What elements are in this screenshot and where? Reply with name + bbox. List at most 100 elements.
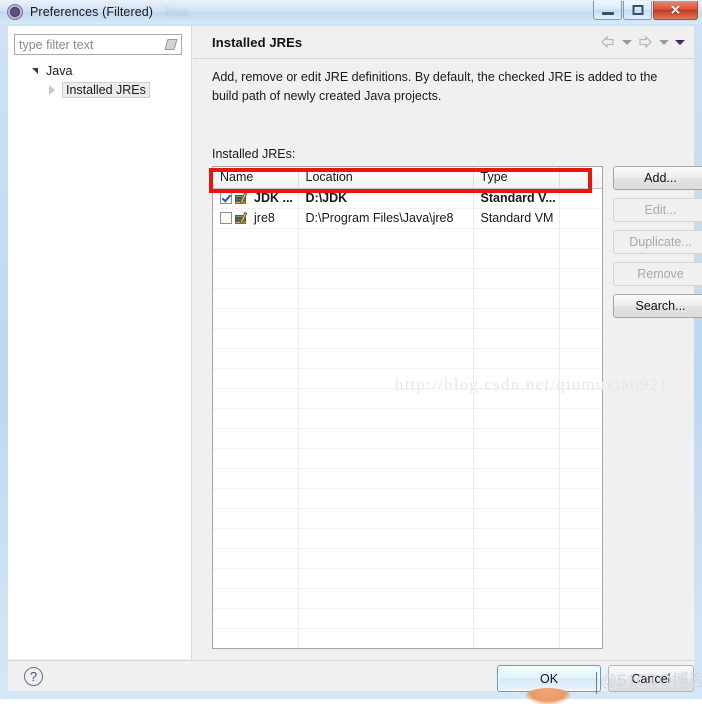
jre-table-container[interactable]: Name Location Type JDK ... D:\JDK Standard… <box>212 166 603 649</box>
table-row-empty[interactable] <box>213 228 602 249</box>
cell-empty <box>559 248 602 269</box>
chevron-down-filled-icon[interactable] <box>673 33 686 51</box>
column-header-name[interactable]: Name <box>213 167 299 189</box>
chevron-right-icon[interactable] <box>48 85 58 95</box>
table-row-empty[interactable] <box>213 468 602 489</box>
table-row-empty[interactable] <box>213 608 602 629</box>
table-row-empty[interactable] <box>213 508 602 529</box>
table-row-empty[interactable] <box>213 268 602 289</box>
cell-empty <box>473 388 560 409</box>
minimize-button[interactable] <box>593 1 622 20</box>
cell-empty <box>298 488 474 509</box>
table-row-empty[interactable] <box>213 528 602 549</box>
sidebar-item-java[interactable]: Java <box>32 62 72 80</box>
cell-extra[interactable] <box>559 208 602 229</box>
chevron-down-icon[interactable] <box>657 33 670 51</box>
cell-empty <box>559 608 602 629</box>
cell-extra[interactable] <box>559 188 602 209</box>
cell-empty <box>473 348 560 369</box>
table-row-empty[interactable] <box>213 568 602 589</box>
cell-empty <box>298 608 474 629</box>
search-button[interactable]: Search... <box>613 294 702 318</box>
cell-empty <box>298 648 473 649</box>
cell-empty <box>559 388 602 409</box>
jre-checkbox[interactable] <box>220 212 232 224</box>
close-button[interactable]: ✕ <box>653 1 698 20</box>
table-row-empty[interactable] <box>213 328 602 349</box>
eraser-icon[interactable] <box>163 36 181 53</box>
page-title: Installed JREs <box>212 34 303 50</box>
cell-empty <box>559 448 602 469</box>
sidebar-item-label: Java <box>46 64 73 78</box>
chevron-down-icon[interactable] <box>620 33 633 51</box>
jre-action-buttons: Add... Edit... Duplicate... Remove Search... <box>613 166 702 318</box>
column-header-extra[interactable] <box>559 167 602 189</box>
page-header: Installed JREs <box>193 26 694 59</box>
cell-name[interactable]: jre8 <box>213 208 299 229</box>
sidebar-item-installed-jres[interactable]: Installed JREs <box>48 81 150 99</box>
table-row-empty[interactable] <box>213 408 602 429</box>
cell-empty <box>473 528 560 549</box>
cell-empty <box>213 628 299 648</box>
cell-type[interactable]: Standard V... <box>473 188 560 209</box>
table-row-empty[interactable] <box>213 308 602 329</box>
cell-empty <box>213 388 299 409</box>
cell-location[interactable]: D:\Program Files\Java\jre8 <box>298 208 474 229</box>
table-row-empty[interactable] <box>213 588 602 609</box>
cell-empty <box>298 468 474 489</box>
table-row-empty[interactable] <box>213 428 602 449</box>
chevron-down-icon[interactable] <box>32 66 42 76</box>
title-bar[interactable]: Preferences (Filtered) Java ✕ <box>0 0 702 24</box>
arrow-right-icon[interactable] <box>636 33 654 51</box>
preferences-tree-panel: Java Installed JREs <box>8 26 192 659</box>
table-row[interactable]: JDK ... D:\JDK Standard V... <box>213 188 602 209</box>
table-row-empty[interactable] <box>213 348 602 369</box>
cell-empty <box>213 568 299 589</box>
cell-empty <box>473 408 560 429</box>
cell-empty <box>559 328 602 349</box>
sidebar-item-label: Installed JREs <box>62 82 150 98</box>
table-row-empty[interactable] <box>213 488 602 509</box>
close-icon: ✕ <box>670 2 681 18</box>
table-row-empty[interactable] <box>213 248 602 269</box>
ok-button[interactable]: OK <box>497 665 601 692</box>
window-title: Preferences (Filtered) <box>30 5 154 19</box>
cell-empty <box>559 508 602 529</box>
cell-name[interactable]: JDK ... <box>213 188 299 209</box>
column-header-location[interactable]: Location <box>298 167 474 189</box>
filter-field-wrapper[interactable] <box>14 34 182 55</box>
add-button[interactable]: Add... <box>613 166 702 190</box>
cell-empty <box>559 588 602 609</box>
cell-empty <box>559 348 602 369</box>
arrow-left-icon[interactable] <box>599 33 617 51</box>
window-title-ghost: Java <box>163 5 189 19</box>
cell-empty <box>213 468 299 489</box>
cell-empty <box>473 228 560 249</box>
table-row-empty[interactable] <box>213 368 602 389</box>
table-row-empty[interactable] <box>213 548 602 569</box>
maximize-button[interactable] <box>623 1 652 20</box>
cell-empty <box>298 408 474 429</box>
table-row-empty[interactable] <box>213 628 602 648</box>
table-row-empty[interactable] <box>213 648 602 649</box>
cell-empty <box>559 628 602 648</box>
cancel-button[interactable]: Cancel <box>608 665 694 692</box>
column-header-type[interactable]: Type <box>473 167 560 189</box>
jre-checkbox[interactable] <box>220 192 232 204</box>
cell-empty <box>473 428 560 449</box>
cell-type[interactable]: Standard VM <box>473 208 560 229</box>
cell-empty <box>298 328 474 349</box>
table-row-empty[interactable] <box>213 388 602 409</box>
table-row-empty[interactable] <box>213 288 602 309</box>
search-input[interactable] <box>15 36 163 53</box>
help-icon[interactable]: ? <box>24 667 43 686</box>
cell-empty <box>473 648 559 649</box>
table-row[interactable]: jre8 D:\Program Files\Java\jre8 Standard V… <box>213 208 602 229</box>
table-row-empty[interactable] <box>213 448 602 469</box>
cell-empty <box>473 448 560 469</box>
cell-empty <box>213 488 299 509</box>
cell-location[interactable]: D:\JDK <box>298 188 474 209</box>
installed-jres-label: Installed JREs: <box>212 147 296 161</box>
cell-empty <box>298 588 474 609</box>
cell-empty <box>473 588 560 609</box>
